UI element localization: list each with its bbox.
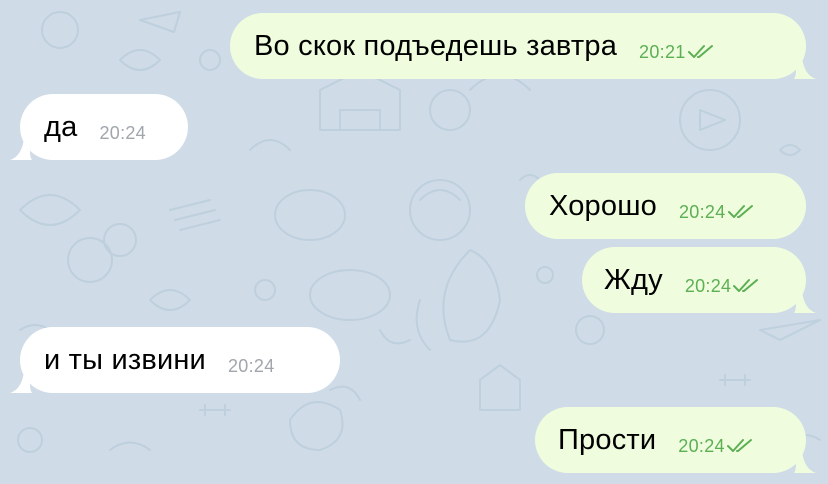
outgoing-message[interactable]: Жду 20:24 bbox=[582, 247, 816, 313]
double-check-icon bbox=[733, 279, 759, 292]
incoming-message[interactable]: и ты извини 20:24 bbox=[10, 327, 340, 393]
bubble-tail bbox=[794, 451, 816, 473]
bubble-tail bbox=[10, 138, 32, 160]
message-list: Во скок подъедешь завтра 20:21 да 20:24 … bbox=[0, 0, 828, 484]
bubble-tail bbox=[10, 371, 32, 393]
message-time: 20:24 bbox=[684, 275, 732, 296]
message-meta: 20:21 bbox=[639, 42, 716, 63]
message-time: 20:24 bbox=[99, 122, 146, 143]
message-meta: 20:24 bbox=[685, 276, 762, 297]
outgoing-message[interactable]: Хорошо 20:24 bbox=[525, 173, 806, 239]
double-check-icon bbox=[726, 439, 752, 452]
message-time: 20:24 bbox=[679, 201, 726, 222]
message-text: Жду bbox=[604, 263, 663, 296]
message-text: Хорошо bbox=[549, 189, 657, 222]
message-text: Во скок подъедешь завтра bbox=[254, 29, 618, 62]
message-time: 20:24 bbox=[678, 435, 725, 456]
bubble-tail bbox=[794, 291, 816, 313]
message-meta: 20:24 bbox=[678, 436, 755, 457]
message-meta: 20:24 bbox=[228, 356, 275, 377]
incoming-message[interactable]: да 20:24 bbox=[10, 94, 188, 160]
message-text: и ты извини bbox=[44, 343, 206, 376]
message-meta: 20:24 bbox=[99, 123, 146, 144]
double-check-icon bbox=[727, 205, 753, 218]
message-text: да bbox=[44, 110, 78, 143]
bubble-tail bbox=[794, 57, 816, 79]
double-check-icon bbox=[687, 45, 713, 58]
message-time: 20:24 bbox=[227, 355, 275, 376]
outgoing-message[interactable]: Прости 20:24 bbox=[535, 407, 816, 473]
message-text: Прости bbox=[558, 423, 657, 456]
message-meta: 20:24 bbox=[679, 202, 756, 223]
outgoing-message[interactable]: Во скок подъедешь завтра 20:21 bbox=[230, 13, 816, 79]
message-time: 20:21 bbox=[639, 41, 686, 62]
